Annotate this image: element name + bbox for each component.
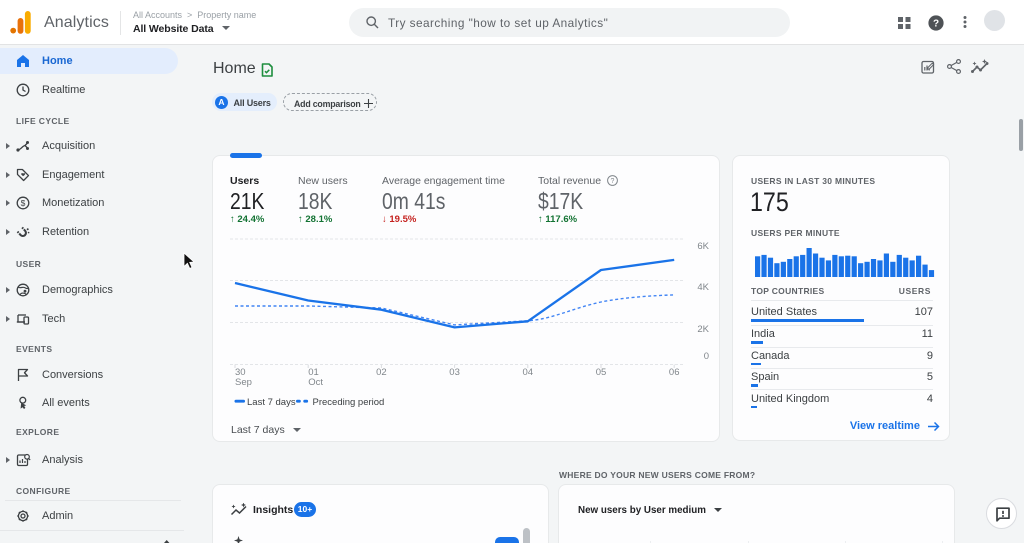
svg-text:Oct: Oct [308,377,323,388]
svg-text:2K: 2K [697,324,709,335]
svg-text:04: 04 [523,367,534,378]
svg-text:05: 05 [596,367,607,378]
svg-text:02: 02 [376,367,387,378]
svg-text:0: 0 [704,351,709,362]
svg-text:Preceding period: Preceding period [313,397,385,408]
svg-text:06: 06 [669,367,680,378]
svg-text:?: ? [933,19,939,30]
svg-text:6K: 6K [697,241,709,252]
svg-text:Sep: Sep [235,377,252,388]
svg-text:Last 7 days: Last 7 days [247,397,296,408]
svg-text:03: 03 [449,367,460,378]
svg-text:$: $ [21,198,26,208]
svg-text:4K: 4K [697,282,709,293]
